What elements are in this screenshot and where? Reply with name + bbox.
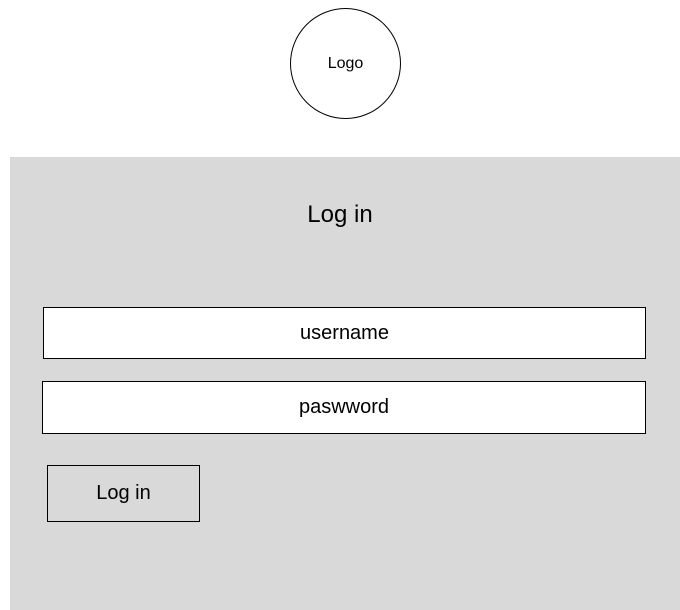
password-field[interactable]: paswword xyxy=(42,381,646,434)
login-button-label: Log in xyxy=(96,482,151,504)
username-placeholder: username xyxy=(300,321,389,344)
username-field[interactable]: username xyxy=(43,307,646,359)
password-placeholder: paswword xyxy=(298,396,390,418)
logo-label: Logo xyxy=(327,54,364,72)
logo: Logo xyxy=(290,8,401,119)
login-button[interactable]: Log in xyxy=(47,465,200,522)
login-title: Log in xyxy=(307,201,373,228)
